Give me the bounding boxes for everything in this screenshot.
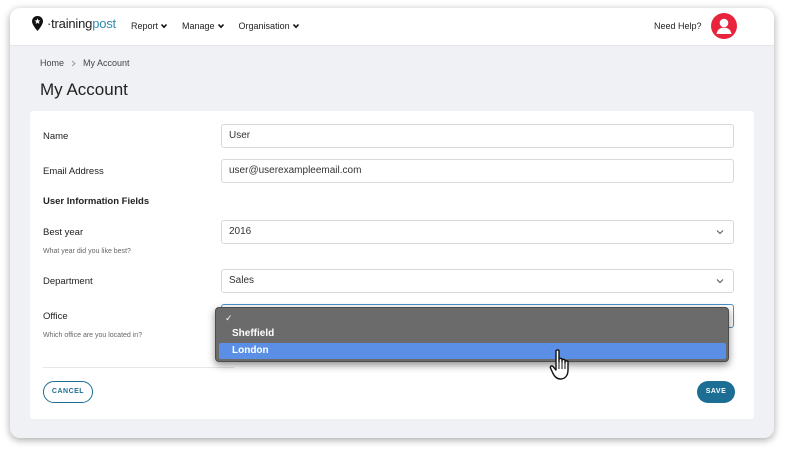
dropdown-option-london[interactable]: London bbox=[219, 343, 726, 359]
email-input[interactable]: user@userexampleemail.com bbox=[221, 159, 734, 183]
logo-training-text: training bbox=[51, 16, 93, 31]
map-pin-icon bbox=[32, 16, 43, 31]
save-button[interactable]: SAVE bbox=[697, 381, 735, 403]
chevron-right-icon bbox=[71, 60, 76, 66]
best-year-hint: What year did you like best? bbox=[43, 248, 131, 255]
name-input[interactable]: User bbox=[221, 124, 734, 148]
caret-down-icon bbox=[292, 23, 299, 29]
breadcrumb-current: My Account bbox=[83, 58, 130, 68]
best-year-select[interactable]: 2016 bbox=[221, 220, 734, 244]
top-navigation-bar: ·trainingpost Report Manage Organisation… bbox=[10, 8, 774, 46]
checkmark-icon: ✓ bbox=[225, 313, 233, 323]
email-label: Email Address bbox=[43, 166, 104, 177]
form-divider bbox=[43, 367, 234, 368]
best-year-label: Best year bbox=[43, 227, 84, 238]
dropdown-empty-option[interactable]: ✓ bbox=[219, 310, 726, 326]
page-title: My Account bbox=[40, 80, 128, 99]
office-label: Office bbox=[43, 311, 68, 322]
main-nav: Report Manage Organisation bbox=[131, 21, 300, 31]
department-label: Department bbox=[43, 276, 93, 287]
nav-organisation-label: Organisation bbox=[238, 21, 290, 31]
best-year-value: 2016 bbox=[229, 226, 252, 237]
office-dropdown-menu: ✓ Sheffield London bbox=[215, 307, 729, 362]
office-hint: Which office are you located in? bbox=[43, 332, 143, 339]
nav-organisation-menu[interactable]: Organisation bbox=[239, 21, 300, 31]
user-information-fields-heading: User Information Fields bbox=[43, 196, 150, 207]
logo-post-text: post bbox=[92, 16, 116, 31]
user-avatar[interactable] bbox=[711, 13, 737, 39]
nav-report-menu[interactable]: Report bbox=[131, 21, 168, 31]
nav-manage-label: Manage bbox=[182, 21, 215, 31]
trainingpost-logo[interactable]: ·trainingpost bbox=[32, 16, 116, 31]
dropdown-option-sheffield[interactable]: Sheffield bbox=[219, 326, 726, 342]
hand-pointer-cursor-icon bbox=[549, 349, 569, 380]
account-form-card: Name User Email Address user@userexample… bbox=[30, 111, 754, 419]
breadcrumb: Home My Account bbox=[40, 58, 130, 68]
nav-manage-menu[interactable]: Manage bbox=[182, 21, 225, 31]
department-value: Sales bbox=[229, 275, 255, 286]
need-help-link[interactable]: Need Help? bbox=[654, 21, 702, 31]
cancel-button[interactable]: CANCEL bbox=[43, 381, 93, 403]
nav-report-label: Report bbox=[131, 21, 159, 31]
name-label: Name bbox=[43, 131, 69, 142]
user-icon bbox=[716, 18, 732, 34]
department-select[interactable]: Sales bbox=[221, 269, 734, 293]
app-window: ·trainingpost Report Manage Organisation… bbox=[10, 8, 774, 438]
chevron-down-icon bbox=[716, 230, 724, 235]
caret-down-icon bbox=[217, 23, 224, 29]
breadcrumb-home-link[interactable]: Home bbox=[40, 58, 64, 68]
logo-wordmark: ·trainingpost bbox=[47, 16, 116, 31]
caret-down-icon bbox=[160, 23, 168, 29]
chevron-down-icon bbox=[716, 279, 724, 284]
